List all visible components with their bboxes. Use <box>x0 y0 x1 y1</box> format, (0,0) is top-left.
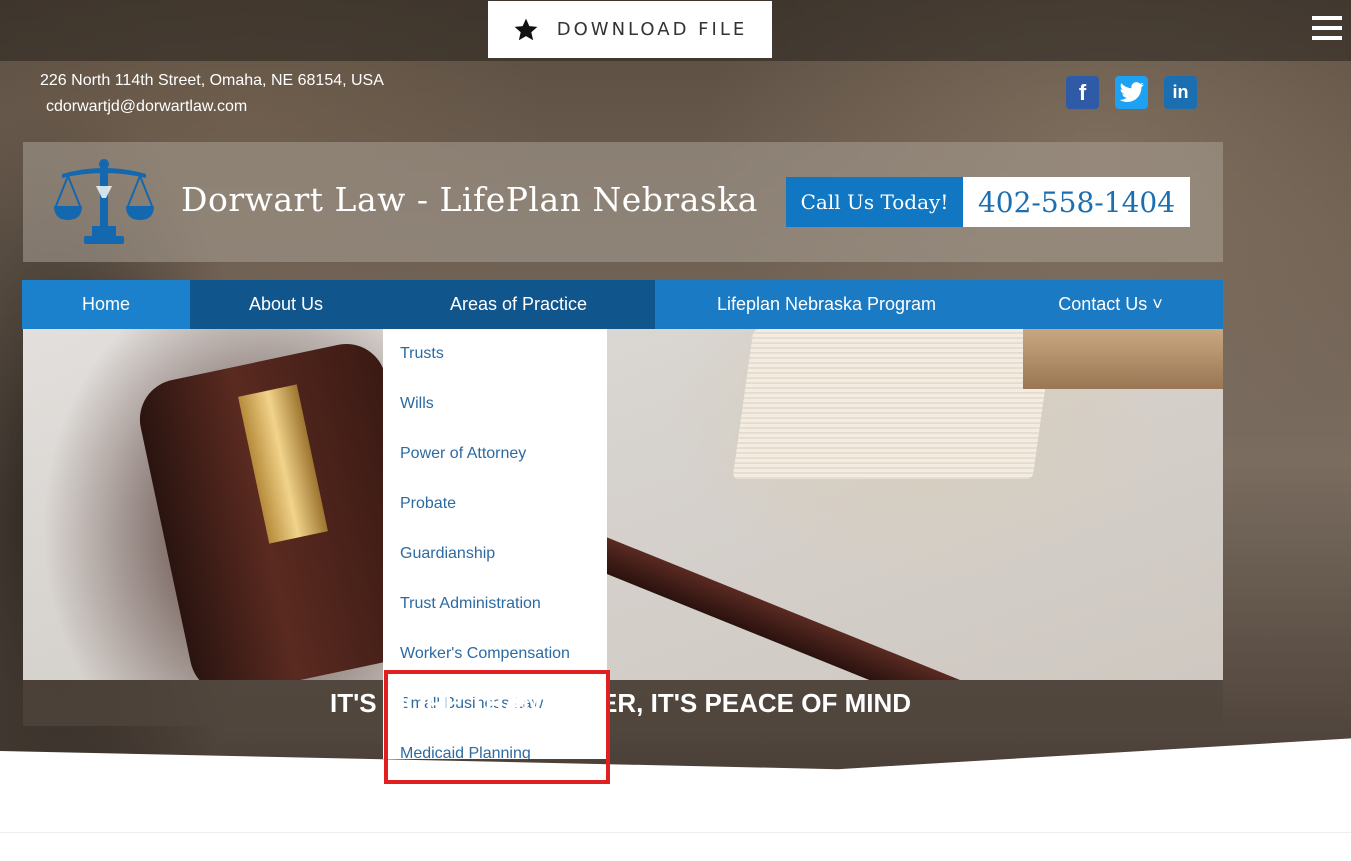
dropdown-item-power-of-attorney[interactable]: Power of Attorney <box>400 445 526 463</box>
dropdown-item-trusts[interactable]: Trusts <box>400 345 444 363</box>
twitter-bird-icon <box>1119 81 1144 102</box>
gavel-handle-shape <box>576 530 1165 680</box>
hero-tagline: IT'S MORE THAN PAPER, IT'S PEACE OF MIND <box>329 687 912 718</box>
social-links: f in <box>1066 76 1197 109</box>
call-us-box[interactable]: Call Us Today! 402-558-1404 <box>786 177 1190 227</box>
dropdown-item-probate[interactable]: Probate <box>400 495 456 513</box>
book-shape <box>732 329 1054 479</box>
dropdown-item-workers-compensation[interactable]: Worker's Compensation <box>400 645 570 663</box>
book-cover-shape <box>1023 329 1223 389</box>
main-nav: Home About Us Areas of Practice Lifeplan… <box>22 280 1223 329</box>
scales-of-justice-logo-icon[interactable] <box>52 158 156 246</box>
phone-number[interactable]: 402-558-1404 <box>963 177 1190 227</box>
nav-item-home[interactable]: Home <box>22 280 190 329</box>
star-icon <box>514 18 538 40</box>
dropdown-item-wills[interactable]: Wills <box>400 395 434 413</box>
dropdown-item-trust-administration[interactable]: Trust Administration <box>400 595 541 613</box>
nav-item-areas-of-practice[interactable]: Areas of Practice <box>382 280 655 329</box>
nav-item-lifeplan-nebraska-program[interactable]: Lifeplan Nebraska Program <box>655 280 998 329</box>
highlight-box <box>384 670 610 784</box>
call-us-label: Call Us Today! <box>786 177 963 227</box>
download-file-label: DOWNLOAD FILE <box>556 19 748 40</box>
dropdown-item-guardianship[interactable]: Guardianship <box>400 545 495 563</box>
brand-title[interactable]: Dorwart Law - LifePlan Nebraska <box>181 180 758 219</box>
address-text: 226 North 114th Street, Omaha, NE 68154,… <box>40 72 384 89</box>
hero-image <box>23 329 1223 680</box>
email-link[interactable]: cdorwartjd@dorwartlaw.com <box>46 98 247 116</box>
twitter-icon[interactable] <box>1115 76 1148 109</box>
download-file-button[interactable]: DOWNLOAD FILE <box>488 1 772 58</box>
facebook-icon[interactable]: f <box>1066 76 1099 109</box>
linkedin-icon[interactable]: in <box>1164 76 1197 109</box>
nav-item-contact-us[interactable]: Contact Us ˅ <box>998 280 1223 329</box>
bottom-divider <box>0 832 1351 833</box>
hamburger-menu-icon[interactable] <box>1312 16 1344 44</box>
nav-item-about-us[interactable]: About Us <box>190 280 382 329</box>
